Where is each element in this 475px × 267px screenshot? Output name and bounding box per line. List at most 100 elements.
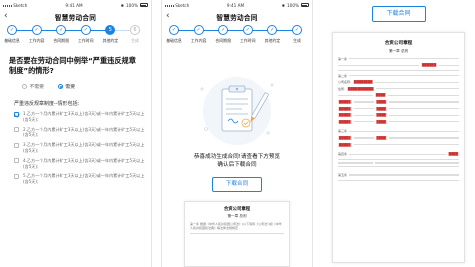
highlight-field: ████	[375, 99, 387, 104]
download-contract-button[interactable]: 下载合同	[212, 177, 262, 192]
phone-screen-other-agreements: Sketch 9:41 AM ✱ 100% ‹ 智慧劳动合同 ✓ 基础信息 ✓ 工作内…	[0, 0, 152, 267]
checkbox-icon[interactable]	[14, 158, 19, 164]
highlight-field: ████	[447, 152, 459, 157]
page-title: 智慧劳动合同	[54, 13, 97, 22]
step-label: 其他约定	[102, 37, 119, 43]
step-label: 合同期限	[53, 37, 69, 43]
step-contract-term[interactable]: ✓ 合同期限	[51, 25, 71, 44]
highlight-field: ████	[375, 119, 387, 124]
step-label: 工作时间	[78, 37, 94, 43]
checkbox-checked-icon[interactable]	[14, 111, 19, 117]
condition-item[interactable]: 3.乙方一个月内累计旷工3天以上(含3天)或一年内累计旷工5天以上(含5天);	[14, 142, 145, 154]
highlight-field: █████	[338, 119, 352, 124]
text-row	[338, 162, 459, 164]
check-icon: ✓	[56, 25, 67, 35]
highlight-field: █████	[338, 106, 352, 111]
clause-row: 第三条	[338, 129, 459, 133]
text-line	[375, 162, 459, 164]
text-row: █████ ████	[338, 135, 459, 140]
text-line	[353, 114, 374, 116]
highlight-field: ███████████	[347, 86, 375, 91]
check-icon: ✓	[31, 25, 42, 35]
condition-item[interactable]: 1.乙方一个月内累计旷工3天以上(含3天)或一年内累计旷工5天以上(含5天);	[14, 111, 145, 123]
step-label: 其他约定	[264, 37, 281, 43]
check-icon: ✓	[267, 25, 278, 35]
checkbox-icon[interactable]	[14, 127, 19, 133]
step-work-hours[interactable]: ✓ 工作时间	[76, 25, 96, 44]
step-label: 生成	[293, 37, 301, 43]
check-icon: ✓	[218, 25, 229, 35]
text-line	[190, 233, 284, 235]
contract-preview[interactable]: 合资公司章程 第一章 总则 第一条 根据《中华人民共和国公司法》(以下简称《公司…	[184, 201, 290, 267]
step-contract-term[interactable]: ✓ 合同期限	[213, 25, 233, 44]
status-bar: Sketch 9:41 AM ✱ 100%	[162, 0, 312, 10]
step-work-content[interactable]: ✓ 工作内容	[27, 25, 47, 44]
radio-label: 不需要	[29, 85, 44, 90]
nav-bar: ‹ 智慧劳动合同	[0, 10, 151, 23]
condition-item[interactable]: 2.乙方一个月内累计旷工3天以上(含3天)或一年内累计旷工5天以上(含5天);	[14, 127, 145, 139]
check-icon: ✓	[193, 25, 204, 35]
bluetooth-icon: ✱	[120, 2, 125, 8]
text-line	[353, 101, 374, 103]
page-title: 智慧劳动合同	[216, 13, 258, 22]
step-label: 生成	[131, 37, 139, 43]
text-row: █████ ████	[338, 106, 459, 111]
step-other-agreements[interactable]: ✓ 其他约定	[262, 25, 282, 44]
step-generate[interactable]: ✓ 生成	[287, 25, 307, 44]
checkbox-icon[interactable]	[14, 142, 19, 148]
contract-document[interactable]: 合资公司章程 第一章 总则 第一条 ██████ 第二条 公司名称: ██████…	[332, 32, 465, 263]
highlight-field: ████	[375, 135, 387, 140]
step-label: 工作内容	[190, 37, 207, 43]
clause-row: 第五条	[338, 173, 459, 177]
preview-title: 合资公司章程	[223, 207, 251, 212]
condition-item[interactable]: 4.乙方一个月内累计旷工3天以上(含3天)或一年内累计旷工5天以上(含5天);	[14, 158, 145, 170]
step-work-hours[interactable]: ✓ 工作时间	[238, 25, 258, 44]
status-bar: Sketch 9:41 AM ✱ 100%	[0, 0, 151, 10]
text-line	[349, 130, 459, 132]
carrier-label: Sketch	[175, 2, 190, 8]
text-line	[353, 121, 374, 123]
step-label: 工作时间	[240, 37, 256, 43]
radio-label: 需要	[65, 85, 76, 90]
radio-not-needed[interactable]: 不需要	[22, 83, 44, 90]
text-line	[349, 153, 446, 155]
text-line	[388, 107, 459, 110]
step-basic-info[interactable]: ✓ 基础信息	[164, 25, 184, 44]
download-contract-button[interactable]: 下载合同	[371, 6, 426, 22]
text-line	[388, 101, 459, 103]
step-other-agreements[interactable]: 5 其他约定	[100, 25, 120, 44]
question-text: 是否要在劳动合同中例举“严重违反规章制度”的情形?	[9, 56, 136, 75]
condition-item[interactable]: 5.乙方一个月内累计旷工3天以上(含3天)或一年内累计旷工5天以上(含5天);	[14, 173, 145, 185]
check-icon: ✓	[242, 25, 253, 35]
text-line	[388, 94, 459, 96]
radio-group: 不需要 需要	[22, 83, 151, 90]
text-line	[353, 143, 459, 146]
step-number: 6	[130, 25, 140, 35]
checkbox-icon[interactable]	[14, 173, 19, 179]
contract-illustration	[162, 71, 312, 149]
radio-circle-icon	[22, 84, 27, 89]
text-line	[338, 94, 373, 96]
phone-screen-document: 下载合同 合资公司章程 第一章 总则 第一条 ██████ 第二条 公司名称: █…	[322, 0, 475, 267]
clause-label: 第四条	[338, 152, 348, 157]
back-arrow-icon[interactable]: ‹	[4, 11, 8, 22]
carrier-label: Sketch	[13, 2, 28, 8]
step-basic-info[interactable]: ✓ 基础信息	[2, 25, 22, 44]
company-label: 公司名称:	[338, 80, 352, 85]
text-line	[338, 179, 459, 181]
back-arrow-icon[interactable]: ‹	[166, 11, 170, 22]
success-line-1: 恭喜成功生成合同!请查看下方预览	[193, 154, 281, 160]
condition-text: 乙方一个月内累计旷工3天以上(含3天)或一年内累计旷工5天以上(含5天);	[23, 126, 145, 138]
signal-icon	[165, 5, 174, 7]
text-line	[388, 114, 459, 116]
radio-needed[interactable]: 需要	[57, 83, 76, 90]
text-line	[353, 137, 374, 139]
clause-label: 第二条	[338, 73, 348, 78]
highlight-field: █████	[338, 113, 352, 118]
highlight-field: █████	[338, 142, 352, 147]
battery-icon	[140, 3, 148, 7]
step-label: 工作内容	[28, 37, 45, 43]
step-work-content[interactable]: ✓ 工作内容	[189, 25, 209, 44]
text-line	[338, 64, 420, 66]
text-line	[388, 137, 459, 139]
